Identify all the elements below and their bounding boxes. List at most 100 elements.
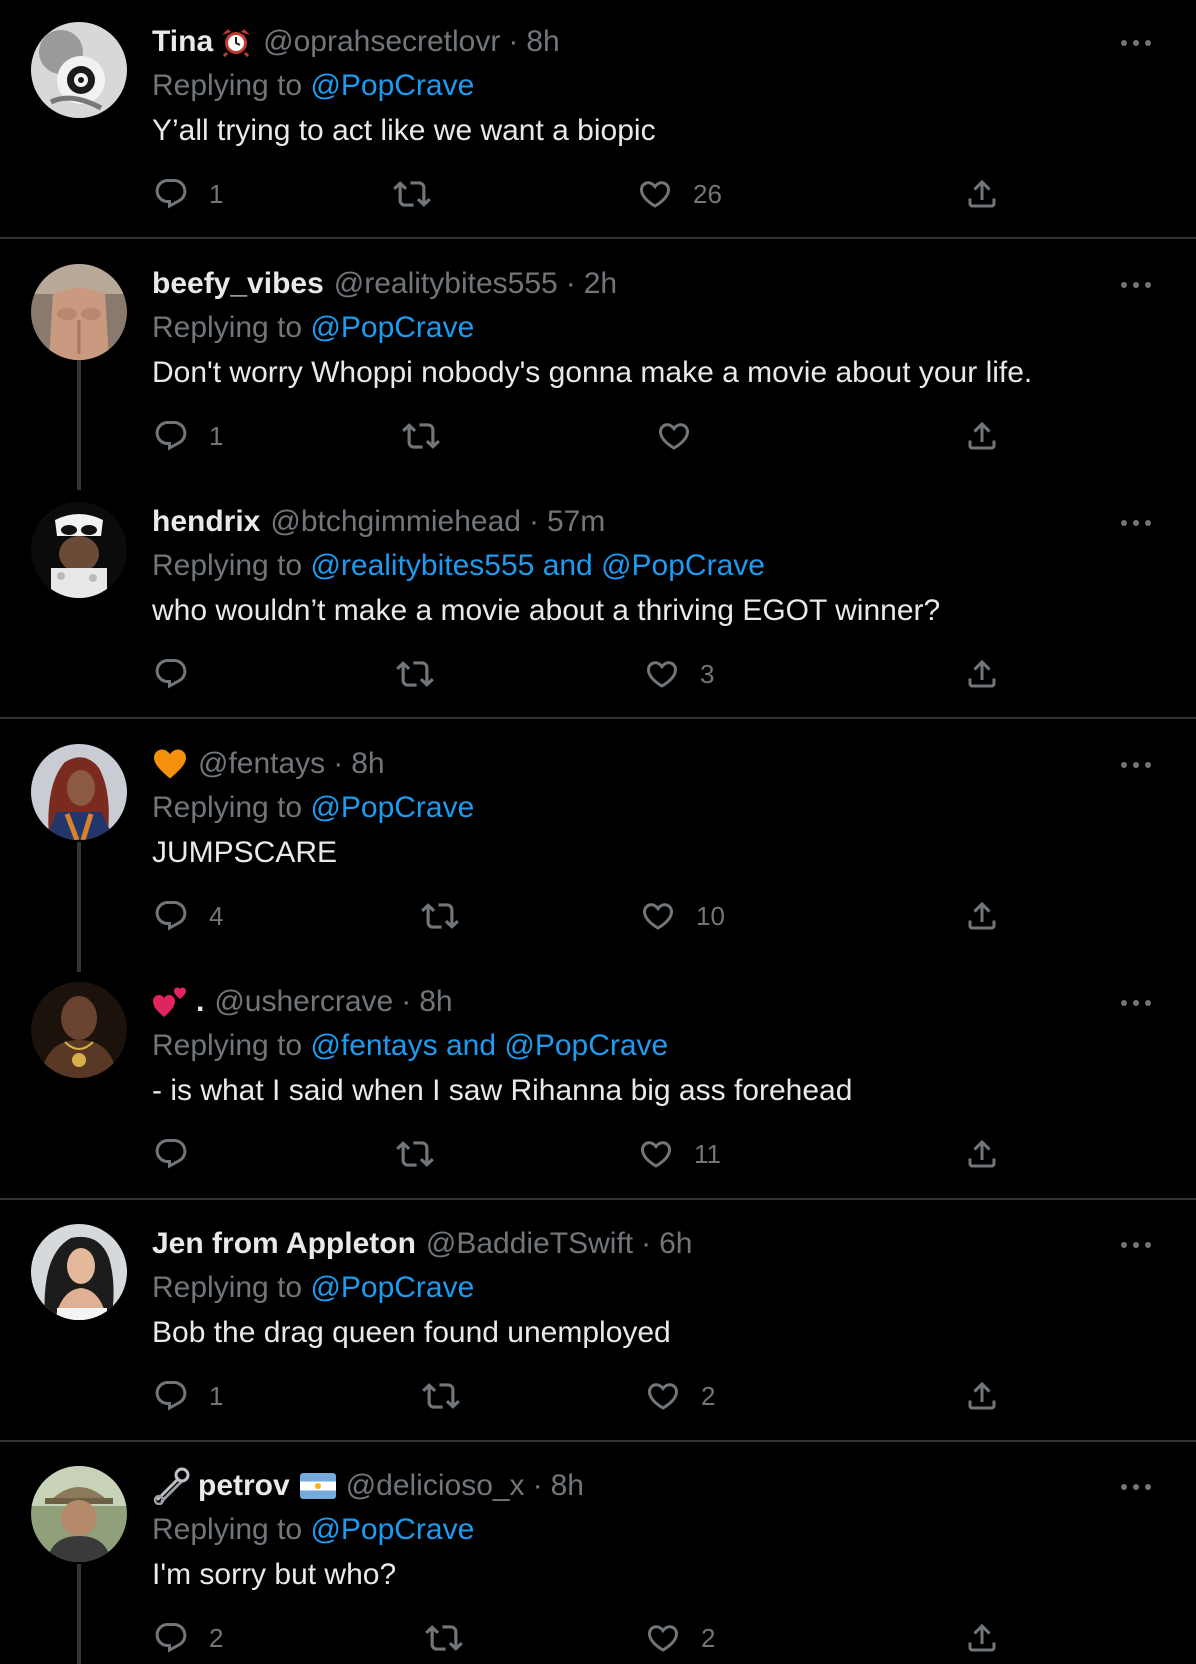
share-button[interactable]: [964, 894, 1000, 938]
share-button[interactable]: [964, 1132, 1000, 1176]
heart-icon: [640, 1141, 672, 1168]
tweet-header: hendrix @btchgimmiehead · 57m: [152, 500, 605, 544]
tweet-ushercrave[interactable]: . @ushercrave · 8h Replying to @fentays …: [0, 960, 1196, 1198]
avatar[interactable]: [31, 1466, 127, 1562]
action-bar: 1: [150, 414, 1010, 458]
share-button[interactable]: [964, 414, 1000, 458]
tweet-divider: [0, 1198, 1196, 1200]
share-button[interactable]: [964, 652, 1000, 696]
handle[interactable]: @ushercrave: [214, 980, 393, 1024]
display-name[interactable]: hendrix: [152, 500, 260, 544]
more-options-icon[interactable]: [1116, 1472, 1156, 1502]
handle[interactable]: @fentays: [198, 742, 325, 786]
reply-timeline: Tina @oprahsecretlovr · 8h Replying to @…: [0, 0, 1196, 1664]
like-button[interactable]: 2: [645, 1374, 715, 1418]
avatar[interactable]: [31, 502, 127, 598]
tweet-header: . @ushercrave · 8h: [152, 980, 453, 1024]
timestamp[interactable]: 8h: [526, 20, 559, 64]
display-name[interactable]: beefy_vibes: [152, 262, 324, 306]
like-count: 2: [701, 1380, 716, 1411]
timestamp[interactable]: 2h: [584, 262, 617, 306]
more-options-icon[interactable]: [1116, 1230, 1156, 1260]
tweet-header: @fentays · 8h: [152, 742, 385, 786]
display-name[interactable]: petrov: [198, 1464, 290, 1508]
separator-dot: ·: [508, 25, 519, 58]
retweet-button[interactable]: [422, 1374, 460, 1418]
mention-link[interactable]: @PopCrave: [504, 1029, 668, 1062]
retweet-button[interactable]: [402, 414, 440, 458]
avatar[interactable]: [31, 22, 127, 118]
mention-link[interactable]: @PopCrave: [310, 791, 474, 824]
mention-link[interactable]: @PopCrave: [310, 1513, 474, 1546]
retweet-button[interactable]: [393, 172, 431, 216]
reply-button[interactable]: [153, 652, 209, 696]
more-options-icon[interactable]: [1116, 508, 1156, 538]
handle[interactable]: @BaddieTSwift: [426, 1222, 633, 1266]
retweet-button[interactable]: [425, 1616, 463, 1660]
handle[interactable]: @btchgimmiehead: [270, 500, 521, 544]
reply-button[interactable]: 1: [153, 1374, 223, 1418]
display-name[interactable]: .: [196, 980, 204, 1024]
retweet-button[interactable]: [396, 1132, 434, 1176]
mention-link[interactable]: @PopCrave: [601, 549, 765, 582]
flag-argentina-icon: [299, 1473, 336, 1499]
replying-to: Replying to @fentays and @PopCrave: [152, 1024, 668, 1068]
action-bar: 4 10: [150, 894, 1010, 938]
retweet-button[interactable]: [396, 652, 434, 696]
mention-link[interactable]: @realitybites555: [310, 549, 534, 582]
tweet-text: Don't worry Whoppi nobody's gonna make a…: [152, 356, 1033, 389]
replying-to: Replying to @realitybites555 and @PopCra…: [152, 544, 765, 588]
reply-button[interactable]: 1: [153, 172, 223, 216]
tweet-tina[interactable]: Tina @oprahsecretlovr · 8h Replying to @…: [0, 0, 1196, 238]
display-name[interactable]: Jen from Appleton: [152, 1222, 416, 1266]
share-button[interactable]: [964, 1616, 1000, 1660]
like-button[interactable]: 3: [644, 652, 714, 696]
tweet-petrov[interactable]: petrov @delicioso_x · 8h Replying to @Po…: [0, 1444, 1196, 1664]
more-options-icon[interactable]: [1116, 28, 1156, 58]
like-button[interactable]: 26: [637, 172, 722, 216]
avatar[interactable]: [31, 1224, 127, 1320]
timestamp[interactable]: 8h: [551, 1464, 584, 1508]
reply-button[interactable]: 1: [153, 414, 223, 458]
more-options-icon[interactable]: [1116, 270, 1156, 300]
action-bar: 11: [150, 1132, 1010, 1176]
tweet-hendrix[interactable]: hendrix @btchgimmiehead · 57m Replying t…: [0, 480, 1196, 718]
share-icon: [968, 1623, 996, 1652]
like-button[interactable]: 11: [638, 1132, 721, 1176]
separator-dot: ·: [565, 267, 576, 300]
share-button[interactable]: [964, 1374, 1000, 1418]
replying-to-label: Replying to: [152, 549, 311, 582]
more-options-icon[interactable]: [1116, 988, 1156, 1018]
like-button[interactable]: [656, 414, 712, 458]
tweet-jen-from-appleton[interactable]: Jen from Appleton @BaddieTSwift · 6h Rep…: [0, 1202, 1196, 1440]
like-count: 26: [693, 178, 722, 209]
reply-button[interactable]: 4: [153, 894, 223, 938]
timestamp[interactable]: 8h: [351, 742, 384, 786]
share-icon: [968, 659, 996, 688]
handle[interactable]: @oprahsecretlovr: [263, 20, 500, 64]
retweet-button[interactable]: [421, 894, 459, 938]
like-button[interactable]: 2: [645, 1616, 715, 1660]
handle[interactable]: @realitybites555: [334, 262, 558, 306]
timestamp[interactable]: 8h: [419, 980, 452, 1024]
reply-icon: [155, 901, 187, 931]
avatar[interactable]: [31, 264, 127, 360]
timestamp[interactable]: 57m: [547, 500, 605, 544]
reply-button[interactable]: [153, 1132, 209, 1176]
avatar[interactable]: [31, 744, 127, 840]
share-button[interactable]: [964, 172, 1000, 216]
mention-link[interactable]: @PopCrave: [310, 69, 474, 102]
timestamp[interactable]: 6h: [659, 1222, 692, 1266]
reply-button[interactable]: 2: [153, 1616, 223, 1660]
more-options-icon[interactable]: [1116, 750, 1156, 780]
like-button[interactable]: 10: [640, 894, 725, 938]
tweet-fentays[interactable]: @fentays · 8h Replying to @PopCrave JUMP…: [0, 722, 1196, 960]
mention-link[interactable]: @PopCrave: [310, 311, 474, 344]
mention-link[interactable]: @PopCrave: [310, 1271, 474, 1304]
avatar[interactable]: [31, 982, 127, 1078]
mention-link[interactable]: @fentays: [310, 1029, 437, 1062]
handle[interactable]: @delicioso_x: [346, 1464, 525, 1508]
action-bar: 1 26: [150, 172, 1010, 216]
tweet-beefy-vibes[interactable]: beefy_vibes @realitybites555 · 2h Replyi…: [0, 242, 1196, 480]
display-name[interactable]: Tina: [152, 20, 213, 64]
